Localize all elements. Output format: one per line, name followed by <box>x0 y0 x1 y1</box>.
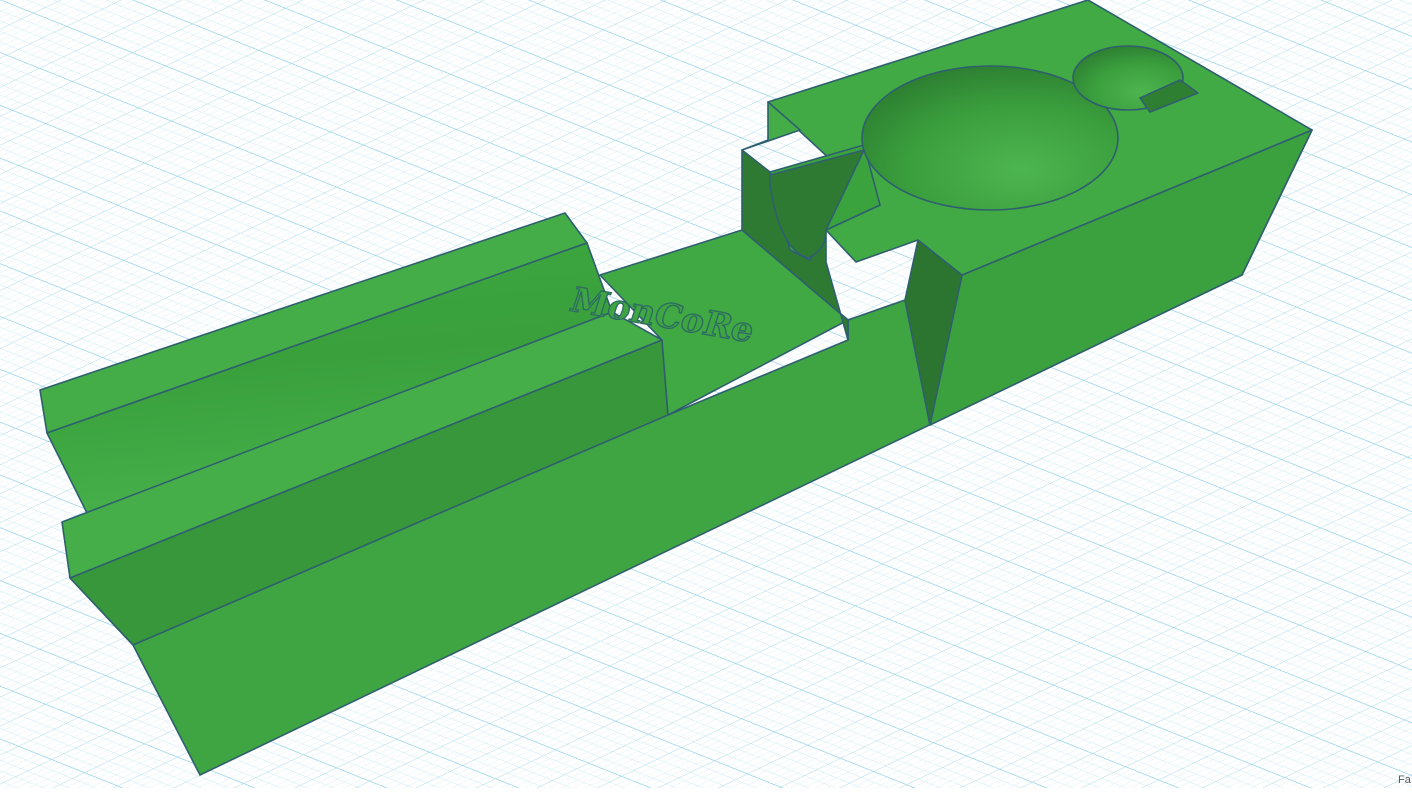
corner-label: Fa <box>1398 774 1411 786</box>
3d-viewport[interactable]: MonCoRe <box>0 0 1412 788</box>
workplane-canvas[interactable]: MonCoRe <box>0 0 1412 788</box>
